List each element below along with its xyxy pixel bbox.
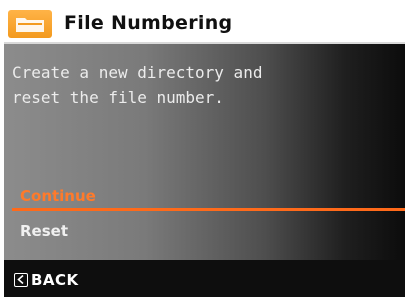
- option-reset[interactable]: Reset: [20, 222, 68, 240]
- description-line-2: reset the file number.: [12, 88, 224, 107]
- description: Create a new directory and reset the fil…: [12, 60, 262, 110]
- file-folder-icon: [8, 10, 52, 38]
- page-title: File Numbering: [64, 12, 233, 34]
- description-line-1: Create a new directory and: [12, 63, 263, 82]
- back-label: BACK: [31, 271, 79, 289]
- selection-highlight: [12, 208, 405, 211]
- back-arrow-icon: [14, 273, 28, 287]
- back-button[interactable]: BACK: [14, 270, 79, 290]
- content-panel: Create a new directory and reset the fil…: [4, 44, 405, 260]
- title-bar: File Numbering: [4, 4, 405, 44]
- camera-menu-screen: File Numbering Create a new directory an…: [4, 4, 405, 297]
- option-continue[interactable]: Continue: [20, 187, 96, 205]
- bottom-bar: BACK: [4, 260, 405, 297]
